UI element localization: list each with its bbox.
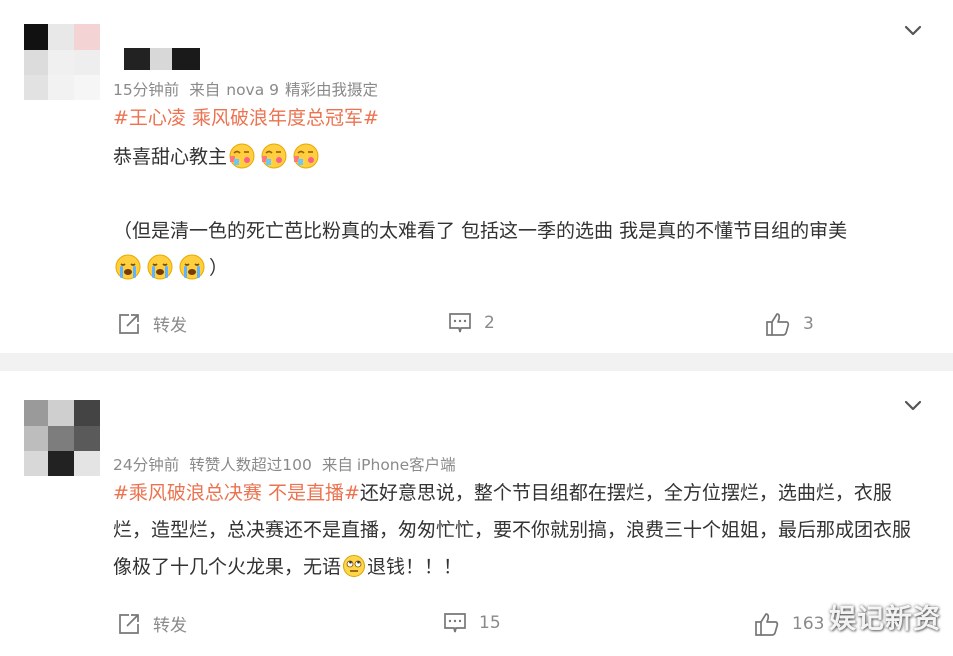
kiss-emoji [227, 143, 259, 168]
comment-line-end: ） [209, 257, 229, 279]
extra-tag: 精彩由我摄定 [285, 81, 379, 99]
avatar[interactable] [24, 24, 100, 100]
repost-button[interactable]: 转发 [117, 611, 187, 636]
action-bar: 转发 15 163 [0, 611, 953, 641]
comment-card: 24分钟前 转赞人数超过100 来自 iPhone客户端 #乘风破浪总决赛 不是直播#… [0, 371, 953, 656]
comment-meta: 15分钟前 来自 nova 9 精彩由我摄定 [113, 78, 388, 100]
comment-count: 2 [484, 313, 495, 333]
hashtag-link[interactable]: #乘风破浪总决赛 不是直播# [113, 482, 360, 504]
crying-emoji [113, 254, 145, 279]
username[interactable] [124, 48, 204, 70]
source-prefix: 来自 [321, 456, 353, 474]
repost-button[interactable]: 转发 [117, 311, 187, 336]
comment-button[interactable]: 2 [448, 311, 495, 335]
watermark: 娱记新资 [829, 604, 941, 635]
thumbs-up-icon [766, 313, 790, 336]
comment-text: #王心凌 乘风破浪年度总冠军# 恭喜甜心教主 （但是清一色的死亡芭比粉真的太难看… [113, 100, 923, 287]
comment-meta: 24分钟前 转赞人数超过100 来自 iPhone客户端 [113, 453, 466, 475]
source-prefix: 来自 [189, 81, 221, 99]
repost-label: 转发 [153, 616, 187, 636]
like-count: 163 [792, 614, 825, 634]
repost-like-count-text: 转赞人数超过100 [189, 456, 312, 474]
timestamp: 24分钟前 [113, 456, 180, 474]
like-button[interactable]: 3 [765, 311, 814, 337]
comment-body: 退钱！！！ [367, 556, 463, 578]
crying-emoji [145, 254, 177, 279]
eye-roll-emoji [341, 554, 367, 578]
comment-icon [444, 613, 466, 633]
like-button[interactable]: 163 [754, 611, 824, 637]
comment-text: #乘风破浪总决赛 不是直播#还好意思说，整个节目组都在摆烂，全方位摆烂，选曲烂，… [113, 475, 919, 586]
comment-card: 15分钟前 来自 nova 9 精彩由我摄定 #王心凌 乘风破浪年度总冠军# 恭喜甜心… [0, 0, 953, 353]
like-count: 3 [803, 314, 814, 334]
thumbs-up-icon [755, 613, 779, 636]
chevron-down-icon[interactable] [902, 20, 924, 42]
hashtag-link[interactable]: #王心凌 乘风破浪年度总冠军# [113, 107, 379, 129]
comment-icon [449, 313, 471, 333]
avatar[interactable] [24, 400, 100, 476]
action-bar: 转发 2 3 [0, 311, 953, 341]
device-name: nova 9 [226, 81, 280, 99]
chevron-down-icon[interactable] [902, 395, 924, 417]
comment-button[interactable]: 15 [443, 611, 501, 635]
device-name: iPhone客户端 [356, 456, 456, 474]
share-icon [119, 613, 139, 634]
kiss-emoji [259, 143, 291, 168]
timestamp: 15分钟前 [113, 81, 180, 99]
comment-line: 恭喜甜心教主 [113, 146, 228, 168]
crying-emoji [177, 254, 209, 279]
share-icon [119, 313, 139, 334]
comment-count: 15 [479, 613, 501, 633]
comment-line: （但是清一色的死亡芭比粉真的太难看了 包括这一季的选曲 我是真的不懂节目组的审美 [113, 220, 848, 242]
kiss-emoji [291, 143, 323, 168]
repost-label: 转发 [153, 316, 187, 336]
